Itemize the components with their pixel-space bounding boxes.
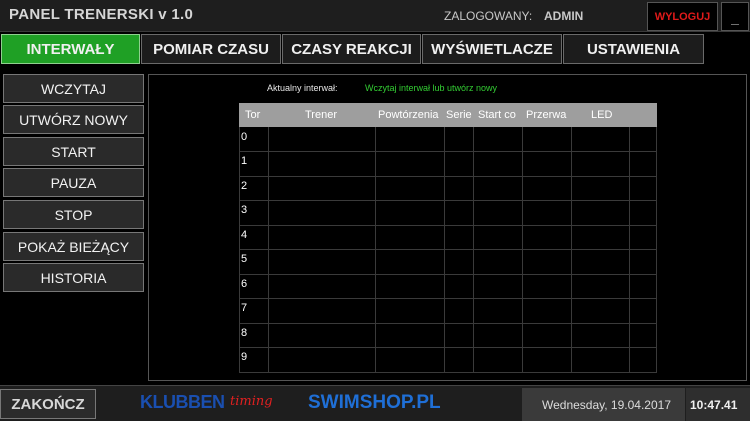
- column-header-serie: Serie: [444, 103, 473, 127]
- start-button[interactable]: START: [3, 137, 144, 166]
- current-interval-value: Wczytaj interwał lub utwórz nowy: [365, 83, 498, 93]
- date-display: Wednesday, 19.04.2017: [542, 398, 671, 412]
- swimshop-logo: SWIMSHOP.PL: [308, 392, 441, 413]
- grid-line: [239, 249, 657, 250]
- column-header-trener: Trener: [268, 103, 375, 127]
- history-button[interactable]: HISTORIA: [3, 263, 144, 292]
- column-header-tor: Tor: [239, 103, 268, 127]
- grid-line: [239, 323, 657, 324]
- stop-button[interactable]: STOP: [3, 200, 144, 229]
- table-row-number: 0: [241, 131, 248, 143]
- tab-interwaly[interactable]: INTERWAŁY: [1, 34, 140, 64]
- table-row-number: 8: [241, 327, 248, 339]
- klubben-logo: KLUBBEN: [140, 392, 225, 412]
- grid-line: [239, 200, 657, 201]
- exit-button[interactable]: ZAKOŃCZ: [0, 389, 96, 419]
- column-header-empty: [629, 103, 657, 127]
- table-row-number: 7: [241, 302, 248, 314]
- app-title: PANEL TRENERSKI v 1.0: [9, 6, 194, 23]
- grid-line: [239, 176, 657, 177]
- load-button[interactable]: WCZYTAJ: [3, 74, 144, 103]
- pause-button[interactable]: PAUZA: [3, 168, 144, 197]
- table-row-number: 3: [241, 204, 248, 216]
- table-row-number: 5: [241, 253, 248, 265]
- login-user: ADMIN: [544, 9, 584, 23]
- timing-logo: timing: [230, 394, 273, 409]
- interval-table[interactable]: Tor Trener Powtórzenia Serie Start co Pr…: [239, 103, 657, 378]
- table-row-number: 6: [241, 278, 248, 290]
- grid-line: [239, 347, 657, 348]
- tab-pomiar-czasu[interactable]: POMIAR CZASU: [141, 34, 281, 64]
- tab-czasy-reakcji[interactable]: CZASY REAKCJI: [282, 34, 421, 64]
- tab-wyswietlacze[interactable]: WYŚWIETLACZE: [422, 34, 562, 64]
- login-label: ZALOGOWANY:: [444, 9, 533, 23]
- show-current-button[interactable]: POKAŻ BIEŻĄCY: [3, 232, 144, 261]
- table-row-number: 2: [241, 180, 248, 192]
- column-header-przerwa: Przerwa: [522, 103, 571, 127]
- column-header-start-co: Start co: [473, 103, 522, 127]
- table-row-number: 1: [241, 155, 248, 167]
- table-row-number: 9: [241, 351, 248, 363]
- grid-line: [239, 274, 657, 275]
- grid-line: [239, 372, 657, 373]
- table-row-number: 4: [241, 229, 248, 241]
- column-header-led: LED: [571, 103, 629, 127]
- grid-line: [239, 298, 657, 299]
- create-new-button[interactable]: UTWÓRZ NOWY: [3, 105, 144, 134]
- current-interval-label: Aktualny interwał:: [267, 83, 338, 93]
- minimize-button[interactable]: _: [721, 2, 749, 31]
- logout-button[interactable]: WYLOGUJ: [647, 2, 718, 31]
- grid-line: [239, 151, 657, 152]
- clock-display: 10:47.41: [690, 398, 738, 412]
- grid-line: [239, 225, 657, 226]
- column-header-powtorzenia: Powtórzenia: [375, 103, 444, 127]
- tab-ustawienia[interactable]: USTAWIENIA: [563, 34, 704, 64]
